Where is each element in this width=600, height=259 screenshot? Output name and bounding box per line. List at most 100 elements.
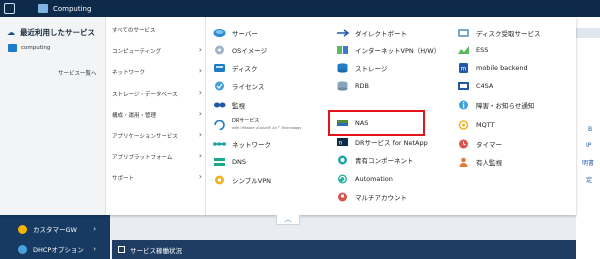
service-selector[interactable]: Computing	[38, 0, 91, 17]
category-config-operation[interactable]: 構成・運用・管理 ›	[112, 109, 204, 119]
category-application-services[interactable]: アプリケーションサービス ›	[112, 130, 204, 140]
chevron-right-icon: ›	[198, 45, 202, 54]
service-label: ストレージ	[355, 65, 388, 73]
service-mqtt[interactable]: MQTT	[457, 118, 495, 132]
service-automation[interactable]: Automation	[336, 172, 393, 186]
multi-account-icon	[336, 192, 349, 202]
collapse-menu-button[interactable]: ︿	[276, 215, 300, 225]
service-label: シンプルVPN	[232, 177, 272, 185]
bg-text-fragment: B	[588, 126, 593, 133]
all-services-link[interactable]: サービス一覧へ	[58, 69, 97, 77]
service-multi-account[interactable]: マルチアカウント	[336, 190, 407, 204]
automation-icon	[336, 174, 349, 184]
category-computing[interactable]: コンピューティング ›	[112, 45, 204, 55]
chevron-right-icon: ›	[198, 172, 202, 181]
recent-services-panel: ☁ 最近利用したサービス computing サービス一覧へ	[0, 17, 106, 215]
service-label: マルチアカウント	[355, 194, 407, 202]
mobile-backend-icon: m	[457, 63, 470, 73]
service-c4sa[interactable]: C4SA	[457, 79, 493, 93]
service-label: タイマー	[476, 141, 502, 149]
recent-services-header: ☁ 最近利用したサービス	[7, 27, 95, 38]
service-simple-vpn[interactable]: シンプルVPN	[213, 173, 271, 187]
category-app-platform[interactable]: アプリプラットフォーム ›	[112, 151, 204, 161]
service-disk[interactable]: ディスク	[213, 61, 258, 75]
service-label: ESS	[476, 46, 489, 54]
service-dns[interactable]: DNS	[213, 155, 246, 169]
category-label: すべてのサービス	[112, 28, 156, 34]
direct-port-icon	[336, 28, 349, 38]
recent-services-title: 最近利用したサービス	[20, 28, 95, 37]
category-label: 構成・運用・管理	[112, 113, 157, 119]
service-storage[interactable]: ストレージ	[336, 61, 387, 75]
dr-service-icon	[213, 120, 226, 130]
service-network[interactable]: ネットワーク	[213, 137, 271, 151]
background-page	[576, 17, 600, 259]
service-selector-label: Computing	[53, 4, 92, 13]
simple-vpn-icon	[213, 175, 226, 185]
service-label: DRサービス for NetApp	[355, 139, 428, 147]
c4sa-icon	[457, 81, 470, 91]
category-list: すべてのサービス コンピューティング › ネットワーク › ストレージ・データベ…	[106, 17, 206, 215]
service-timer[interactable]: タイマー	[457, 137, 502, 151]
category-label: ストレージ・データベース	[112, 92, 178, 98]
nav-item-customer-gw[interactable]: カスタマーGW ›	[0, 219, 110, 239]
category-storage-database[interactable]: ストレージ・データベース ›	[112, 88, 204, 98]
chevron-up-icon: ︿	[284, 215, 292, 223]
bg-text-fragment: IP	[586, 142, 592, 149]
recent-services-icon: ☁	[7, 27, 15, 37]
service-label: DNS	[232, 158, 246, 166]
service-label: ダイレクトポート	[355, 30, 407, 38]
category-support[interactable]: サポート ›	[112, 172, 204, 182]
service-incident-notice[interactable]: 障害・お知らせ通知	[457, 98, 534, 112]
service-label: 青有コンポーネント	[355, 157, 414, 165]
service-os-image[interactable]: OSイメージ	[213, 43, 267, 57]
service-license[interactable]: ライセンス	[213, 79, 264, 93]
service-label: C4SA	[476, 82, 494, 90]
bg-text-fragment: 定	[586, 177, 593, 184]
category-label: アプリケーションサービス	[112, 134, 178, 140]
service-dr[interactable]: DRサービス with VMware vCloud® Air™ Technolo…	[213, 118, 301, 132]
top-bar: Computing	[0, 0, 600, 17]
computing-cube-icon	[8, 44, 17, 52]
service-rdb[interactable]: RDB	[336, 79, 369, 93]
service-label: ライセンス	[232, 83, 265, 91]
chevron-right-icon: ›	[93, 245, 96, 253]
service-label: MQTT	[476, 121, 495, 129]
service-label: RDB	[355, 82, 369, 90]
service-manned-monitoring[interactable]: 有人監視	[457, 155, 502, 169]
category-label: アプリプラットフォーム	[112, 155, 173, 161]
chevron-right-icon: ›	[198, 66, 202, 75]
service-component[interactable]: 青有コンポーネント	[336, 153, 414, 167]
home-icon[interactable]	[4, 3, 15, 14]
dr-netapp-icon: n	[336, 137, 349, 147]
service-internet-vpn[interactable]: インターネットVPN（H/W）	[336, 43, 440, 57]
service-dr-netapp[interactable]: n DRサービス for NetApp	[336, 135, 428, 149]
service-status-label: サービス稼働状況	[130, 246, 182, 255]
network-icon	[213, 139, 226, 149]
chevron-right-icon: ›	[198, 109, 202, 118]
service-direct-port[interactable]: ダイレクトポート	[336, 26, 407, 40]
monitoring-eye-icon	[213, 100, 226, 110]
info-icon	[457, 100, 470, 110]
category-network[interactable]: ネットワーク ›	[112, 66, 204, 76]
service-ess[interactable]: ESS	[457, 43, 488, 57]
service-status-bar[interactable]: サービス稼働状況	[112, 240, 576, 259]
service-disk-receive[interactable]: ディスク受取サービス	[457, 26, 541, 40]
internet-vpn-icon	[336, 45, 349, 55]
service-label: 有人監視	[476, 159, 502, 167]
category-label: サポート	[112, 176, 135, 182]
component-icon	[336, 155, 349, 165]
service-label: サーバー	[232, 30, 258, 38]
category-all-services[interactable]: すべてのサービス	[112, 26, 204, 34]
manned-monitoring-icon	[457, 157, 470, 167]
service-label: 障害・お知らせ通知	[476, 102, 535, 110]
service-monitoring[interactable]: 監視	[213, 98, 245, 112]
nav-item-dhcp-option[interactable]: DHCPオプション ›	[0, 239, 110, 259]
computing-cube-icon	[38, 4, 48, 13]
chevron-right-icon: ›	[198, 130, 202, 139]
os-image-icon	[213, 45, 226, 55]
nav-item-label: カスタマーGW	[33, 226, 77, 234]
service-server[interactable]: サーバー	[213, 26, 258, 40]
recent-service-item[interactable]: computing	[8, 44, 50, 52]
service-mobile-backend[interactable]: m mobile backend	[457, 61, 528, 75]
